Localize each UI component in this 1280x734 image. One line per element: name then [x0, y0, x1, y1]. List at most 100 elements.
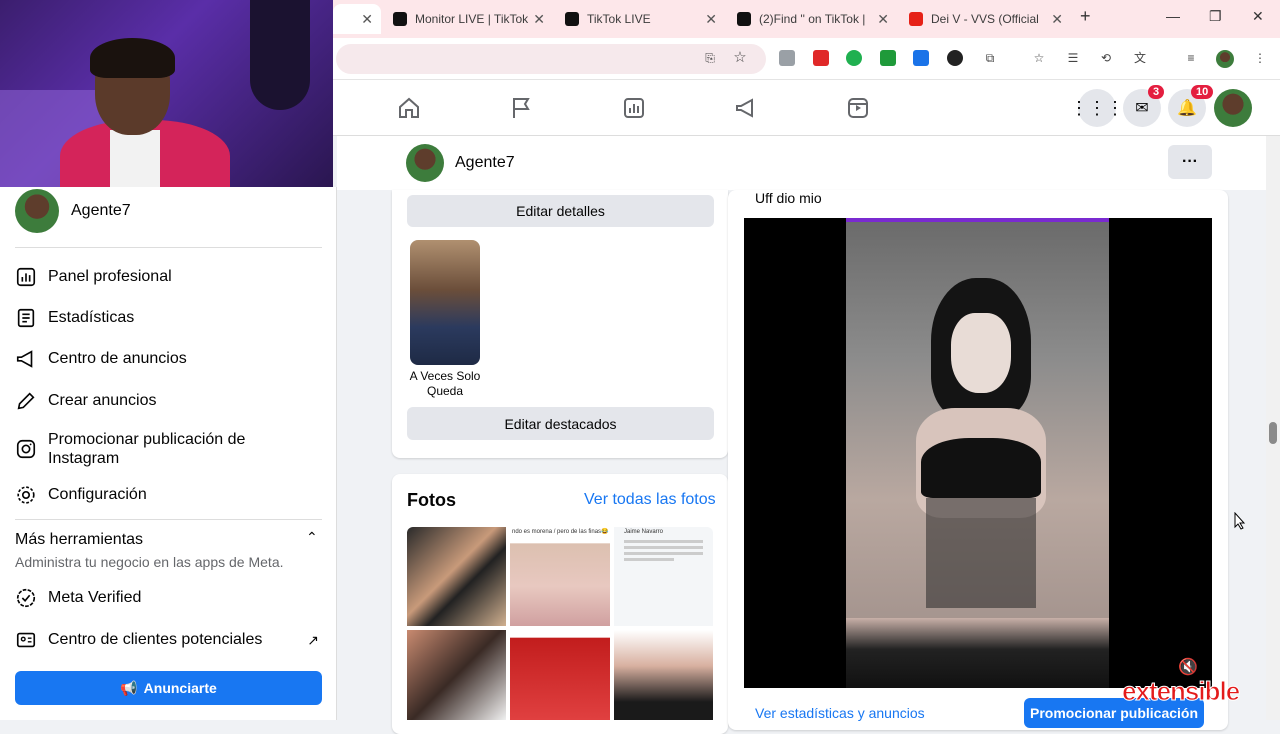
close-icon[interactable]: ✕	[877, 11, 889, 28]
anunciarte-button[interactable]: 📢 Anunciarte	[15, 671, 322, 705]
browser-menu-icon[interactable]: ⋮	[1252, 50, 1268, 66]
sidebar-item-label: Centro de clientes potenciales	[48, 631, 263, 648]
webcam-person-hair	[90, 38, 175, 78]
sidebar-item-estadisticas[interactable]: Estadísticas	[14, 306, 134, 330]
tab-find-tiktok[interactable]: (2)Find '' on TikTok | ✕	[729, 4, 897, 34]
reading-list-icon[interactable]: ☰	[1065, 50, 1081, 66]
profile-avatar[interactable]	[406, 144, 444, 182]
photo-thumbnail[interactable]	[407, 630, 506, 720]
sidebar-item-clientes-potenciales[interactable]: Centro de clientes potenciales ↗	[14, 628, 319, 652]
close-icon[interactable]: ✕	[533, 11, 545, 28]
chevron-up-icon[interactable]: ⌃	[306, 529, 318, 546]
highlight-thumbnail[interactable]	[410, 240, 480, 365]
history-icon[interactable]: ⟲	[1098, 50, 1114, 66]
extension-icon[interactable]	[947, 50, 963, 66]
verified-icon	[14, 586, 38, 610]
photo-thumbnail[interactable]: ndo es morena / pero de las finas😂	[510, 527, 610, 626]
sidebar-profile-name[interactable]: Agente7	[71, 202, 131, 220]
divider	[15, 247, 322, 248]
media-controls-icon[interactable]: ≡	[1183, 50, 1199, 66]
tab-youtube[interactable]: Dei V - VVS (Official ✕	[901, 4, 1071, 34]
webcam-overlay	[0, 0, 333, 187]
more-tools-subtitle: Administra tu negocio en las apps de Met…	[15, 554, 284, 570]
webcam-guitar	[250, 0, 310, 110]
more-tools-title[interactable]: Más herramientas	[15, 531, 143, 549]
edit-highlights-button[interactable]: Editar destacados	[407, 407, 714, 440]
new-tab-button[interactable]: +	[1080, 6, 1091, 27]
stats-icon[interactable]	[621, 96, 647, 120]
extension-icon[interactable]	[880, 50, 896, 66]
photo-thumbnail[interactable]	[510, 630, 610, 720]
reels-icon[interactable]	[845, 96, 871, 120]
video-subject-face	[951, 313, 1011, 393]
gear-icon	[14, 483, 38, 507]
notifications-badge: 10	[1191, 85, 1214, 99]
sidebar-item-promocionar-instagram[interactable]: Promocionar publicación de Instagram	[14, 430, 314, 468]
close-icon[interactable]: ✕	[705, 11, 717, 28]
photo-thumbnail[interactable]: Jaime Navarro	[614, 527, 713, 626]
extension-icon[interactable]	[846, 50, 862, 66]
photo-thumbnail[interactable]	[407, 527, 506, 626]
megaphone-icon[interactable]	[733, 96, 759, 120]
bookmark-star-icon[interactable]: ☆	[732, 50, 748, 66]
video-top-band	[846, 218, 1109, 222]
video-subject-legs	[846, 618, 1109, 688]
extension-icon[interactable]	[913, 50, 929, 66]
edit-details-button[interactable]: Editar detalles	[407, 195, 714, 227]
install-app-icon[interactable]: ⎘	[702, 50, 718, 66]
extensions-puzzle-icon[interactable]: ⧉	[982, 50, 998, 66]
sidebar-item-label: Configuración	[48, 486, 147, 503]
sidebar-item-crear-anuncios[interactable]: Crear anuncios	[14, 389, 157, 413]
scrollbar-thumb[interactable]	[1269, 422, 1277, 444]
profile-name[interactable]: Agente7	[455, 154, 515, 172]
messenger-icon: ✉	[1135, 100, 1149, 117]
close-icon[interactable]: ✕	[361, 11, 373, 28]
maximize-button[interactable]: ❐	[1209, 8, 1222, 25]
sidebar-item-label: Promocionar publicación de Instagram	[48, 431, 246, 467]
tab-tiktok-live[interactable]: TikTok LIVE ✕	[557, 4, 725, 34]
bell-icon: 🔔	[1177, 100, 1197, 117]
grid-icon: ⋮⋮⋮	[1070, 97, 1124, 118]
photo-thumbnail[interactable]	[614, 630, 713, 720]
post-caption: Uff dio mio	[755, 190, 822, 206]
favorites-icon[interactable]: ☆	[1031, 50, 1047, 66]
sidebar-item-centro-anuncios[interactable]: Centro de anuncios	[14, 347, 187, 371]
youtube-icon	[909, 12, 923, 26]
browser-profile-avatar[interactable]	[1216, 50, 1234, 68]
home-icon[interactable]	[396, 96, 422, 120]
sidebar-item-label: Centro de anuncios	[48, 350, 187, 367]
divider	[15, 519, 322, 520]
tiktok-icon	[565, 12, 579, 26]
minimize-button[interactable]: —	[1166, 8, 1180, 24]
extension-icon[interactable]	[779, 50, 795, 66]
sidebar-item-panel-profesional[interactable]: Panel profesional	[14, 265, 172, 289]
anunciarte-label: Anunciarte	[143, 680, 217, 696]
see-all-photos-link[interactable]: Ver todas las fotos	[584, 491, 716, 509]
stats-ads-link[interactable]: Ver estadísticas y anuncios	[755, 705, 925, 721]
photo-caption: ndo es morena / pero de las finas😂	[512, 529, 609, 535]
translate-icon[interactable]: 文	[1132, 50, 1148, 66]
sidebar-profile-avatar[interactable]	[15, 189, 59, 233]
external-link-icon: ↗	[307, 631, 319, 648]
close-window-button[interactable]: ✕	[1252, 8, 1264, 25]
mouse-cursor-icon	[1234, 512, 1246, 530]
photo-caption: Jaime Navarro	[624, 529, 664, 535]
sidebar-item-meta-verified[interactable]: Meta Verified	[14, 586, 141, 610]
tab-monitor-live[interactable]: Monitor LIVE | TikTok ✕	[385, 4, 553, 34]
sidebar-item-label: Estadísticas	[48, 309, 135, 326]
messenger-badge: 3	[1148, 85, 1165, 99]
sidebar-item-configuracion[interactable]: Configuración	[14, 483, 147, 507]
more-options-button[interactable]: ···	[1168, 145, 1212, 179]
tab-label: (2)Find '' on TikTok |	[759, 12, 866, 26]
mute-icon[interactable]: 🔇	[1178, 657, 1198, 677]
close-icon[interactable]: ✕	[1051, 11, 1063, 28]
instagram-icon	[14, 437, 38, 461]
tab-active[interactable]: ✕	[333, 4, 381, 34]
menu-grid-button[interactable]: ⋮⋮⋮	[1070, 89, 1124, 127]
flag-icon[interactable]	[508, 96, 534, 120]
photos-title: Fotos	[407, 490, 456, 510]
stats-icon	[14, 306, 38, 330]
extension-icon[interactable]	[813, 50, 829, 66]
webcam-person-shirt	[110, 130, 160, 187]
account-avatar[interactable]	[1214, 89, 1252, 127]
